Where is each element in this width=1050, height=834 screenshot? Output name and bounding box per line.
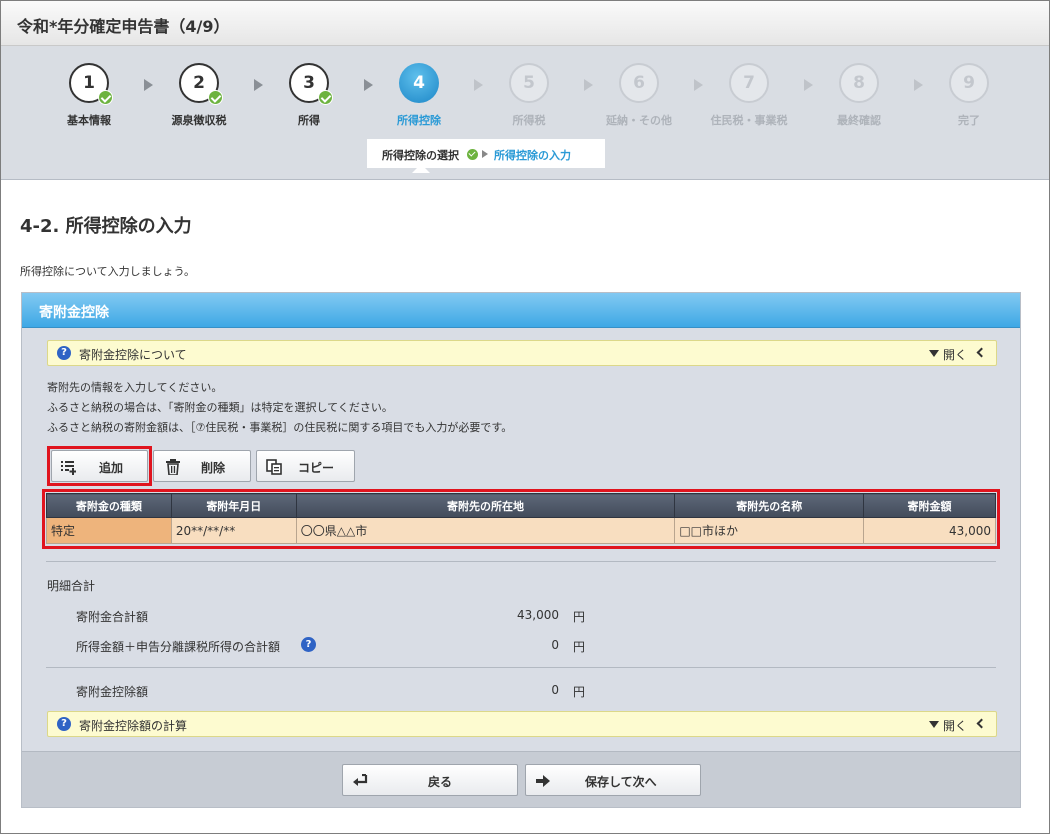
triangle-down-icon bbox=[929, 350, 939, 357]
step-7: 7 住民税・事業税 bbox=[694, 63, 804, 128]
add-button-highlight bbox=[47, 446, 152, 486]
step-label: 所得税 bbox=[512, 114, 546, 127]
calc-label: 寄附金控除額の計算 bbox=[79, 719, 188, 733]
step-8: 8 最終確認 bbox=[804, 63, 914, 128]
currency-unit: 円 bbox=[573, 640, 586, 654]
arrow-right-icon bbox=[536, 775, 550, 787]
page-title: 4-2. 所得控除の入力 bbox=[20, 216, 192, 237]
step-1[interactable]: 1 基本情報 bbox=[34, 63, 144, 128]
footer-bar: 戻る 保存して次へ bbox=[22, 751, 1020, 807]
step-label: 完了 bbox=[958, 114, 980, 127]
step-number: 9 bbox=[949, 63, 989, 103]
step-6: 6 延納・その他 bbox=[584, 63, 694, 128]
step-label: 源泉徴収税 bbox=[171, 114, 227, 127]
substep-arrow-icon bbox=[482, 150, 488, 158]
currency-unit: 円 bbox=[573, 685, 586, 699]
chevron-down-icon bbox=[976, 347, 987, 358]
step-number: 6 bbox=[619, 63, 659, 103]
check-icon bbox=[98, 90, 113, 105]
save-and-next-button[interactable]: 保存して次へ bbox=[525, 764, 701, 796]
step-label: 最終確認 bbox=[837, 114, 881, 127]
trash-icon bbox=[166, 459, 180, 475]
divider bbox=[46, 667, 996, 668]
check-icon bbox=[318, 90, 333, 105]
copy-icon bbox=[266, 459, 282, 475]
panel-header: 寄附金控除 bbox=[22, 293, 1020, 328]
save-and-next-label: 保存して次へ bbox=[585, 775, 657, 789]
triangle-down-icon bbox=[929, 721, 939, 728]
currency-unit: 円 bbox=[573, 610, 586, 624]
deduction-value: 0 bbox=[551, 683, 559, 697]
divider bbox=[46, 561, 996, 562]
step-number: 3 bbox=[289, 63, 333, 105]
step-label: 基本情報 bbox=[67, 114, 111, 127]
substep-breadcrumb: 所得控除の選択 所得控除の入力 bbox=[367, 139, 605, 168]
back-button[interactable]: 戻る bbox=[342, 764, 518, 796]
open-label: 開く bbox=[942, 348, 967, 362]
copy-label: コピー bbox=[298, 461, 335, 475]
step-label: 延納・その他 bbox=[606, 114, 672, 127]
help-icon: ? bbox=[57, 346, 71, 360]
step-label: 住民税・事業税 bbox=[710, 114, 788, 127]
step-5: 5 所得税 bbox=[474, 63, 584, 128]
instruction-line: ふるさと納税の場合は、「寄附金の種類」は特定を選択してください。 bbox=[47, 401, 393, 414]
window-title: 令和*年分確定申告書（4/9） bbox=[17, 17, 230, 36]
check-icon bbox=[467, 149, 478, 160]
substep-select[interactable]: 所得控除の選択 bbox=[382, 147, 459, 163]
total-value: 43,000 bbox=[517, 608, 559, 622]
table-highlight bbox=[42, 489, 1000, 549]
step-number: 2 bbox=[179, 63, 223, 105]
return-arrow-icon bbox=[353, 774, 368, 786]
donation-deduction-panel: 寄附金控除 ? 寄附金控除について 開く 寄附先の情報を入力してください。 ふる… bbox=[21, 292, 1021, 808]
step-number: 1 bbox=[69, 63, 113, 105]
help-icon: ? bbox=[57, 717, 71, 731]
step-progress: 1 基本情報 2 源泉徴収税 3 所得 4 所得控除 5 所得税 6 延納・その… bbox=[1, 46, 1049, 180]
help-icon[interactable]: ? bbox=[301, 637, 316, 652]
title-bar: 令和*年分確定申告書（4/9） bbox=[1, 1, 1049, 46]
panel-title: 寄附金控除 bbox=[39, 305, 109, 321]
step-number: 4 bbox=[399, 63, 439, 103]
step-4[interactable]: 4 所得控除 bbox=[364, 63, 474, 128]
summary-heading: 明細合計 bbox=[47, 579, 96, 593]
step-number: 7 bbox=[729, 63, 769, 103]
back-label: 戻る bbox=[428, 775, 453, 789]
income-value: 0 bbox=[551, 638, 559, 652]
delete-label: 削除 bbox=[201, 461, 226, 475]
income-label: 所得金額＋申告分離課税所得の合計額 bbox=[76, 640, 281, 654]
copy-button[interactable]: コピー bbox=[256, 450, 355, 482]
check-icon bbox=[208, 90, 223, 105]
instruction-line: 寄附先の情報を入力してください。 bbox=[47, 381, 223, 394]
about-donation-bar[interactable]: ? 寄附金控除について 開く bbox=[47, 340, 997, 366]
step-9: 9 完了 bbox=[914, 63, 1024, 128]
deduction-label: 寄附金控除額 bbox=[76, 685, 149, 699]
delete-button[interactable]: 削除 bbox=[153, 450, 251, 482]
open-label: 開く bbox=[942, 719, 967, 733]
step-number: 8 bbox=[839, 63, 879, 103]
step-label: 所得控除 bbox=[397, 114, 441, 127]
total-label: 寄附金合計額 bbox=[76, 610, 149, 624]
page-description: 所得控除について入力しましょう。 bbox=[20, 265, 196, 278]
chevron-down-icon bbox=[976, 718, 987, 729]
step-number: 5 bbox=[509, 63, 549, 103]
substep-input: 所得控除の入力 bbox=[494, 149, 571, 162]
instruction-line: ふるさと納税の寄附金額は、［⑦住民税・事業税］の住民税に関する項目でも入力が必要… bbox=[47, 421, 513, 434]
about-label: 寄附金控除について bbox=[79, 348, 187, 362]
step-3[interactable]: 3 所得 bbox=[254, 63, 364, 128]
deduction-calc-bar[interactable]: ? 寄附金控除額の計算 開く bbox=[47, 711, 997, 737]
step-2[interactable]: 2 源泉徴収税 bbox=[144, 63, 254, 128]
step-label: 所得 bbox=[298, 114, 320, 127]
